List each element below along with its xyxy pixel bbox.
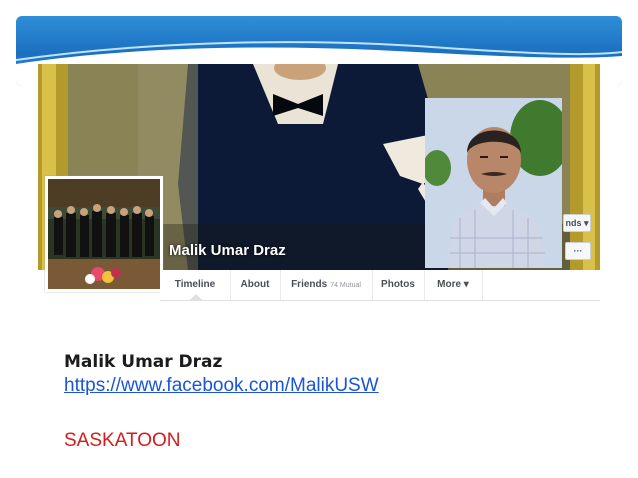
profile-picture-image	[425, 98, 562, 268]
active-tab-indicator	[190, 294, 202, 300]
profile-name-heading: Malik Umar Draz	[64, 352, 223, 372]
tab-friends[interactable]: Friends 74 Mutual	[280, 270, 373, 300]
tab-photos[interactable]: Photos	[372, 270, 425, 300]
friends-dropdown-button[interactable]: nds ▾	[563, 214, 591, 232]
tab-timeline[interactable]: Timeline	[160, 270, 231, 300]
cover-profile-name[interactable]: Malik Umar Draz	[169, 242, 286, 259]
profile-tab-bar: Timeline About Friends 74 Mutual Photos M…	[160, 270, 600, 301]
profile-info-block: Malik Umar Draz https://www.facebook.com…	[64, 352, 379, 397]
city-label: SASKATOON	[64, 430, 181, 451]
more-options-button[interactable]: ···	[565, 242, 591, 260]
profile-picture[interactable]	[425, 98, 562, 268]
tab-more-label: More ▾	[437, 279, 469, 290]
tab-photos-label: Photos	[381, 279, 415, 290]
group-photo-image	[48, 179, 160, 289]
tab-friends-label: Friends	[291, 279, 328, 290]
facebook-profile-link[interactable]: https://www.facebook.com/MalikUSW	[64, 375, 379, 397]
tab-about[interactable]: About	[230, 270, 281, 300]
group-photo-thumbnail[interactable]	[45, 176, 163, 292]
tab-timeline-label: Timeline	[174, 279, 216, 290]
tab-about-label: About	[240, 279, 270, 290]
mutual-friends-count: 74 Mutual	[330, 282, 361, 289]
tab-more[interactable]: More ▾	[424, 270, 483, 300]
facebook-profile-screenshot: Malik Umar Draz nds ▾ ··· Timeline About…	[38, 64, 600, 302]
